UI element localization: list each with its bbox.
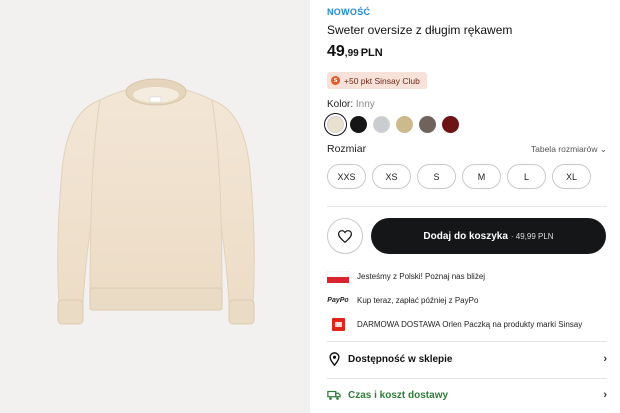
store-availability-row[interactable]: Dostępność w sklepie ›: [327, 352, 607, 366]
divider: [327, 341, 607, 342]
store-availability-label: Dostępność w sklepie: [348, 353, 453, 365]
heart-icon: [338, 229, 352, 243]
club-points-badge: s +50 pkt Sinsay Club: [327, 72, 427, 89]
size-option[interactable]: XXS: [327, 164, 366, 189]
size-option[interactable]: XS: [372, 164, 411, 189]
club-points-label: +50 pkt Sinsay Club: [344, 75, 420, 86]
orlen-paczka-icon: [327, 318, 349, 331]
add-to-cart-price: · 49,99 PLN: [510, 231, 554, 241]
divider: [327, 378, 607, 379]
color-swatch[interactable]: [324, 113, 347, 136]
size-label: Rozmiar: [327, 143, 367, 155]
info-row-delivery[interactable]: DARMOWA DOSTAWA Orlen Paczką na produkty…: [327, 318, 582, 331]
price-currency: PLN: [360, 47, 383, 59]
color-swatch[interactable]: [396, 116, 413, 133]
product-details: NOWOŚĆ Sweter oversize z długim rękawem …: [324, 0, 607, 413]
product-title: Sweter oversize z długim rękawem: [327, 23, 513, 37]
add-to-cart-button[interactable]: Dodaj do koszyka · 49,99 PLN: [371, 218, 606, 254]
location-pin-icon: [327, 352, 341, 366]
delivery-truck-icon: [327, 389, 341, 401]
price-main: 49: [327, 43, 345, 60]
poland-flag-icon: [327, 270, 349, 283]
color-label: Kolor: Inny: [327, 99, 375, 110]
delivery-row[interactable]: Czas i koszt dostawy ›: [327, 389, 607, 401]
color-swatch[interactable]: [373, 116, 390, 133]
color-swatches: [324, 113, 459, 136]
info-text: Kup teraz, zapłać później z PayPo: [357, 296, 479, 305]
info-text: Jesteśmy z Polski! Poznaj nas bliżej: [357, 272, 486, 281]
chevron-right-icon: ›: [603, 353, 607, 365]
product-price: 49,99 PLN: [327, 43, 383, 61]
size-options: XXS XS S M L XL: [327, 164, 591, 189]
info-text: DARMOWA DOSTAWA Orlen Paczką na produkty…: [357, 320, 583, 329]
info-row-paypo[interactable]: PayPo Kup teraz, zapłać później z PayPo: [327, 294, 478, 307]
divider: [327, 206, 607, 207]
product-image[interactable]: [0, 0, 310, 413]
chevron-down-icon: ⌄: [599, 143, 607, 154]
club-icon: s: [331, 76, 340, 85]
color-swatch[interactable]: [350, 116, 367, 133]
new-badge: NOWOŚĆ: [327, 7, 371, 17]
size-option[interactable]: L: [507, 164, 546, 189]
size-option[interactable]: M: [462, 164, 501, 189]
color-swatch[interactable]: [442, 116, 459, 133]
size-option[interactable]: S: [417, 164, 456, 189]
paypo-logo-icon: PayPo: [327, 297, 349, 304]
color-swatch[interactable]: [419, 116, 436, 133]
size-header: Rozmiar Tabela rozmiarów ⌄: [327, 143, 607, 155]
delivery-label: Czas i koszt dostawy: [348, 389, 449, 401]
info-row-poland[interactable]: Jesteśmy z Polski! Poznaj nas bliżej: [327, 270, 485, 283]
sweater-image: [57, 78, 255, 325]
price-cents: ,99: [344, 48, 359, 59]
size-table-link[interactable]: Tabela rozmiarów ⌄: [531, 144, 607, 155]
wishlist-button[interactable]: [327, 218, 363, 254]
add-to-cart-label: Dodaj do koszyka: [423, 230, 508, 242]
chevron-right-icon: ›: [603, 389, 607, 401]
color-value: Inny: [355, 99, 375, 110]
size-option[interactable]: XL: [552, 164, 591, 189]
